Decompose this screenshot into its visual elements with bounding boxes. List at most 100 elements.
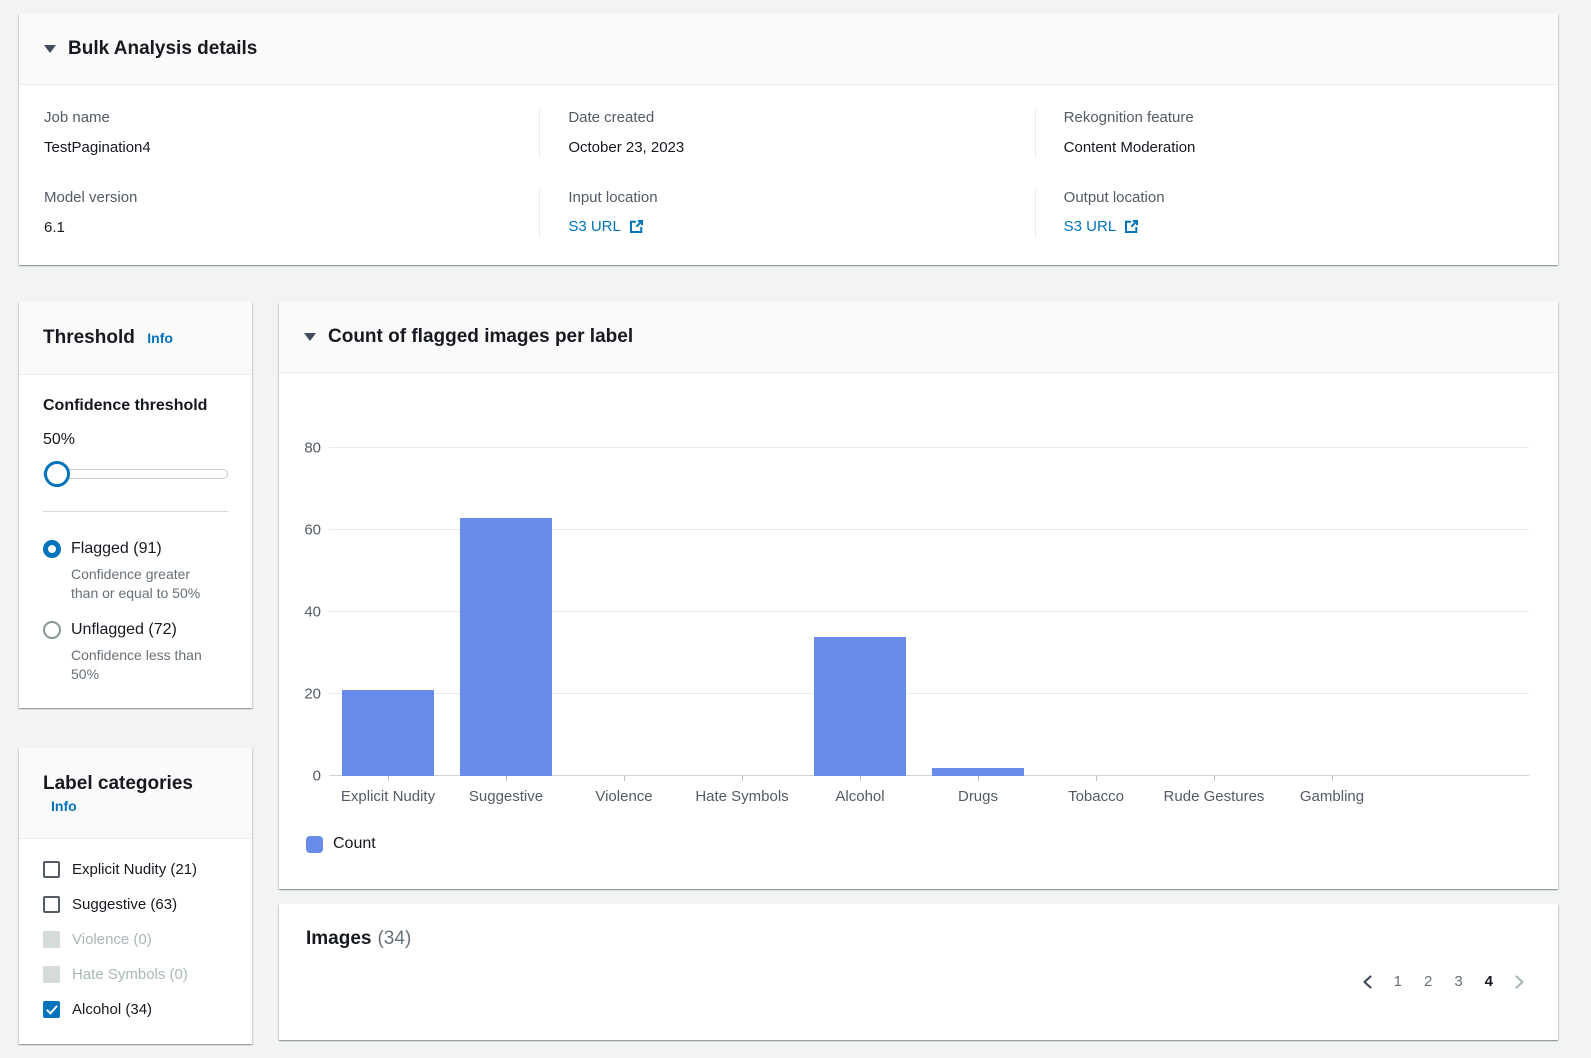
bar-slot-drugs: [919, 413, 1037, 776]
checkbox-suggestive-63[interactable]: Suggestive (63): [43, 894, 228, 915]
bulk-analysis-page: Bulk Analysis details Job nameTestPagina…: [19, 14, 1558, 1044]
label-categories-title: Label categories: [43, 773, 193, 794]
bar-explicit-nudity[interactable]: [342, 690, 434, 776]
checkbox-label: Violence (0): [72, 929, 152, 950]
images-title: Images(34): [306, 928, 1531, 950]
field-label: Date created: [568, 108, 1034, 128]
x-axis-slot-tobacco: Tobacco: [1037, 776, 1155, 807]
main-content: Count of flagged images per label 020406…: [279, 302, 1558, 1040]
collapse-caret-icon[interactable]: [304, 333, 316, 341]
external-link-icon: [628, 218, 645, 235]
x-axis-label: Hate Symbols: [683, 787, 801, 807]
checkbox-label: Explicit Nudity (21): [72, 859, 197, 880]
details-field-rekognition-feature: Rekognition feature Content Moderation: [1035, 108, 1530, 158]
x-axis-label: Violence: [565, 787, 683, 807]
checkbox-unchecked-icon[interactable]: [43, 896, 60, 913]
x-axis-label: Suggestive: [447, 787, 565, 807]
field-label: Rekognition feature: [1064, 108, 1530, 128]
x-axis-slot-alcohol: Alcohol: [801, 776, 919, 807]
page-button-2[interactable]: 2: [1416, 970, 1440, 994]
field-value: October 23, 2023: [568, 138, 1034, 158]
label-categories-list: Explicit Nudity (21) Suggestive (63) Viole…: [19, 839, 252, 1044]
bulk-analysis-details-header[interactable]: Bulk Analysis details: [19, 14, 1558, 85]
slider-handle[interactable]: [44, 461, 70, 487]
y-axis-tick-0: 0: [281, 768, 321, 785]
checkbox-explicit-nudity-21[interactable]: Explicit Nudity (21): [43, 859, 228, 880]
x-axis-slot-gambling: Gambling: [1273, 776, 1391, 807]
field-value: 6.1: [44, 218, 539, 238]
radio-option-flagged-91[interactable]: Flagged (91)Confidence greater than or e…: [43, 538, 228, 603]
threshold-header: Threshold Info: [19, 302, 252, 375]
radio-option-unflagged-72[interactable]: Unflagged (72)Confidence less than 50%: [43, 619, 228, 684]
checkbox-label: Suggestive (63): [72, 894, 177, 915]
y-axis-tick-40: 40: [281, 604, 321, 621]
checkbox-alcohol-34[interactable]: Alcohol (34): [43, 999, 228, 1020]
x-axis-slot-violence: Violence: [565, 776, 683, 807]
bar-alcohol[interactable]: [814, 637, 906, 776]
bar-slot-tobacco: [1037, 413, 1155, 776]
s3-url-link[interactable]: S3 URL: [1064, 218, 1141, 235]
slider-track[interactable]: [43, 469, 228, 479]
bar-slot-hate-symbols: [683, 413, 801, 776]
x-axis-slot-rude-gestures: Rude Gestures: [1155, 776, 1273, 807]
chart-title: Count of flagged images per label: [328, 326, 633, 348]
checkbox-violence-0: Violence (0): [43, 929, 228, 950]
threshold-title: Threshold: [43, 327, 135, 348]
content-columns: Threshold Info Confidence threshold 50% …: [19, 302, 1558, 1044]
link-text: S3 URL: [568, 218, 621, 235]
chart-panel-header[interactable]: Count of flagged images per label: [279, 302, 1558, 373]
checkbox-checked-icon[interactable]: [43, 1001, 60, 1018]
bar-slot-rude-gestures: [1155, 413, 1273, 776]
field-value: TestPagination4: [44, 138, 539, 158]
checkbox-label: Alcohol (34): [72, 999, 152, 1020]
checkbox-hate-symbols-0: Hate Symbols (0): [43, 964, 228, 985]
checkbox-disabled-icon: [43, 931, 60, 948]
confidence-slider[interactable]: [43, 461, 228, 487]
radio-selected-icon[interactable]: [43, 540, 61, 558]
chevron-left-icon: [1360, 974, 1376, 990]
previous-page-button[interactable]: [1356, 972, 1380, 992]
chevron-right-icon: [1511, 974, 1527, 990]
radio-unselected-icon[interactable]: [43, 621, 61, 639]
chart-legend[interactable]: Count: [306, 835, 1530, 853]
page-button-1[interactable]: 1: [1386, 970, 1410, 994]
collapse-caret-icon[interactable]: [44, 45, 56, 53]
chart-body: 020406080 Explicit NuditySuggestiveViole…: [279, 373, 1558, 889]
label-categories-info-link[interactable]: Info: [51, 798, 77, 814]
y-axis-tick-20: 20: [281, 686, 321, 703]
filters-sidebar: Threshold Info Confidence threshold 50% …: [19, 302, 252, 1044]
bulk-analysis-details-panel: Bulk Analysis details Job nameTestPagina…: [19, 14, 1558, 265]
checkbox-label: Hate Symbols (0): [72, 964, 188, 985]
details-field-input-location: Input location S3 URL: [539, 188, 1034, 238]
x-axis-label: Alcohol: [801, 787, 919, 807]
y-axis-tick-60: 60: [281, 522, 321, 539]
bar-drugs[interactable]: [932, 768, 1024, 776]
page-button-3[interactable]: 3: [1446, 970, 1470, 994]
threshold-body: Confidence threshold 50% Flagged (91)Con…: [19, 375, 252, 708]
legend-swatch-count: [306, 836, 323, 853]
next-page-button[interactable]: [1507, 972, 1531, 992]
threshold-info-link[interactable]: Info: [147, 330, 173, 346]
field-label: Model version: [44, 188, 539, 208]
page-button-4[interactable]: 4: [1477, 970, 1501, 994]
bar-slot-gambling: [1273, 413, 1391, 776]
details-field-output-location: Output locationS3 URL: [1035, 188, 1530, 238]
radio-label: Unflagged (72): [71, 619, 221, 641]
s3-url-link[interactable]: S3 URL: [568, 218, 645, 235]
divider: [43, 511, 228, 512]
field-value: Content Moderation: [1064, 138, 1530, 158]
x-axis-label: Drugs: [919, 787, 1037, 807]
x-axis-label: Tobacco: [1037, 787, 1155, 807]
checkbox-unchecked-icon[interactable]: [43, 861, 60, 878]
x-axis-slot-explicit-nudity: Explicit Nudity: [329, 776, 447, 807]
bar-suggestive[interactable]: [460, 518, 552, 776]
details-field-model-version: Model version 6.1: [44, 188, 539, 238]
flag-filter-radio-group: Flagged (91)Confidence greater than or e…: [43, 538, 228, 684]
external-link-icon: [1123, 218, 1140, 235]
legend-label: Count: [333, 835, 376, 853]
y-axis-tick-80: 80: [281, 440, 321, 457]
panel-title: Bulk Analysis details: [68, 38, 257, 60]
bar-chart-plot-area: 020406080: [329, 413, 1529, 776]
field-label: Input location: [568, 188, 1034, 208]
label-categories-panel: Label categories Info Explicit Nudity (2…: [19, 748, 252, 1044]
